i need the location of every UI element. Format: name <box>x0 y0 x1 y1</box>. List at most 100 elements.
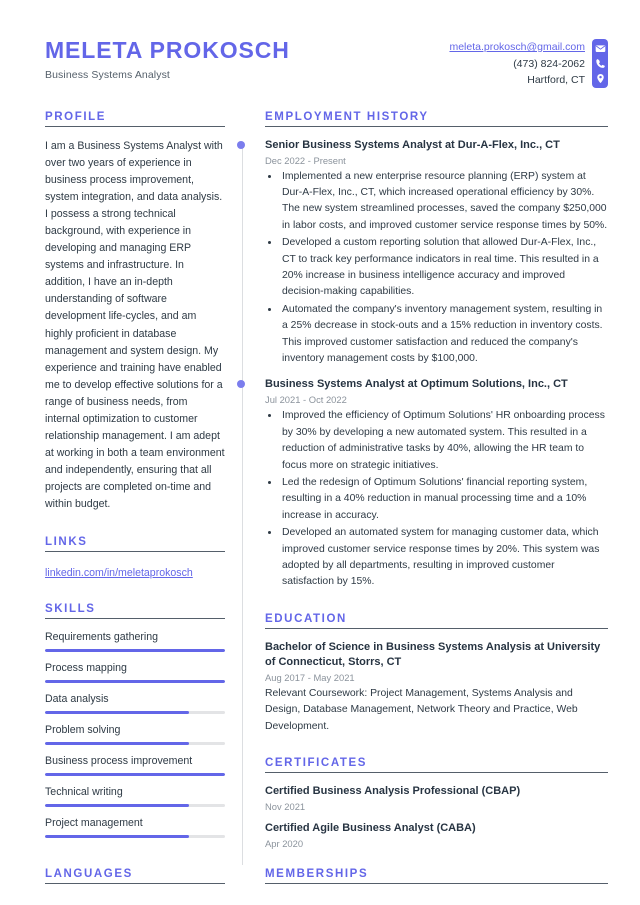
certificate-entry: Certified Business Analysis Professional… <box>265 784 608 812</box>
section-title-links: LINKS <box>45 535 88 548</box>
skill-label: Technical writing <box>45 785 123 798</box>
certificate-date: Apr 2020 <box>265 838 304 850</box>
skill-level-bar <box>45 834 225 838</box>
section-profile: PROFILE I am a Business Systems Analyst … <box>45 111 225 514</box>
section-title-employment: EMPLOYMENT HISTORY <box>265 110 429 123</box>
section-title-memberships: MEMBERSHIPS <box>265 868 369 880</box>
skill-level-bar <box>45 803 225 807</box>
skill-item: Requirements gathering <box>45 630 225 652</box>
skill-level-fill <box>45 679 225 683</box>
phone-icon <box>595 58 606 69</box>
left-column: PROFILE I am a Business Systems Analyst … <box>45 111 241 860</box>
skill-level-bar <box>45 772 225 776</box>
skill-level-fill <box>45 803 189 807</box>
employment-entry: Senior Business Systems Analyst at Dur-A… <box>237 138 608 368</box>
name-block: MELETA PROKOSCH Business Systems Analyst <box>45 34 290 81</box>
section-memberships: MEMBERSHIPS <box>241 868 608 895</box>
skill-level-fill <box>45 648 225 652</box>
skill-label: Business process improvement <box>45 754 193 767</box>
education-entry: Bachelor of Science in Business Systems … <box>265 640 608 735</box>
section-certificates: CERTIFICATES Certified Business Analysis… <box>265 757 608 849</box>
section-divider <box>265 772 608 774</box>
certificate-date: Nov 2021 <box>265 801 306 813</box>
skill-label: Requirements gathering <box>45 630 159 643</box>
certificate-name: Certified Agile Business Analyst (CABA) <box>265 822 476 835</box>
skill-item: Technical writing <box>45 785 225 807</box>
page-title: MELETA PROKOSCH <box>45 37 290 63</box>
job-title: Business Systems Analyst <box>45 69 170 82</box>
section-skills: SKILLS Requirements gathering Process map… <box>45 603 225 838</box>
skill-level-fill <box>45 710 189 714</box>
section-title-profile: PROFILE <box>45 110 107 123</box>
link-linkedin[interactable]: linkedin.com/in/meletaprokosch <box>45 567 193 579</box>
section-title-skills: SKILLS <box>45 602 96 615</box>
employment-title: Business Systems Analyst at Optimum Solu… <box>265 378 568 391</box>
employment-date: Jul 2021 - Oct 2022 <box>265 394 347 406</box>
skill-level-fill <box>45 772 225 776</box>
skill-item: Business process improvement <box>45 754 225 776</box>
timeline-dot-icon <box>237 140 245 149</box>
section-title-certificates: CERTIFICATES <box>265 757 368 770</box>
skill-label: Problem solving <box>45 723 121 736</box>
education-list: Bachelor of Science in Business Systems … <box>265 640 608 735</box>
resume-page: MELETA PROKOSCH Business Systems Analyst… <box>0 0 640 905</box>
contact-phone: (473) 824-2062 <box>513 57 585 70</box>
section-divider <box>45 125 225 127</box>
employment-list: Senior Business Systems Analyst at Dur-A… <box>237 138 608 591</box>
section-title-education: EDUCATION <box>265 612 347 625</box>
section-divider <box>45 617 225 619</box>
employment-entry: Business Systems Analyst at Optimum Solu… <box>237 377 608 590</box>
location-pin-icon <box>595 73 606 84</box>
section-links: LINKS linkedin.com/in/meletaprokosch <box>45 536 225 581</box>
envelope-icon <box>595 43 606 54</box>
skill-level-bar <box>45 648 225 652</box>
section-education: EDUCATION Bachelor of Science in Busines… <box>265 613 608 735</box>
skill-label: Project management <box>45 816 143 829</box>
contact-location: Hartford, CT <box>527 74 585 86</box>
resume-header: MELETA PROKOSCH Business Systems Analyst… <box>0 0 640 89</box>
section-divider <box>45 883 225 884</box>
contact-lines: meleta.prokosch@gmail.com (473) 824-2062… <box>449 39 585 89</box>
contact-block: meleta.prokosch@gmail.com (473) 824-2062… <box>449 34 608 89</box>
certificate-name: Certified Business Analysis Professional… <box>265 785 521 798</box>
list-item: Improved the efficiency of Optimum Solut… <box>280 408 608 474</box>
contact-icon-bar <box>592 39 608 88</box>
skill-level-fill <box>45 834 189 838</box>
employment-title: Senior Business Systems Analyst at Dur-A… <box>265 138 560 151</box>
certificates-list: Certified Business Analysis Professional… <box>265 784 608 849</box>
certificate-entry: Certified Agile Business Analyst (CABA) A… <box>265 821 608 849</box>
skill-item: Problem solving <box>45 723 225 745</box>
section-languages: LANGUAGES <box>45 868 241 895</box>
list-item: Led the redesign of Optimum Solutions' f… <box>280 475 608 524</box>
education-description: Relevant Coursework: Project Management,… <box>265 687 578 732</box>
skill-level-bar <box>45 710 225 714</box>
contact-email[interactable]: meleta.prokosch@gmail.com <box>449 39 585 56</box>
list-item: Automated the company's inventory manage… <box>280 302 608 368</box>
list-item: Implemented a new enterprise resource pl… <box>280 169 608 235</box>
skill-level-bar <box>45 679 225 683</box>
section-title-languages: LANGUAGES <box>45 868 133 880</box>
skill-level-fill <box>45 741 189 745</box>
education-degree: Bachelor of Science in Business Systems … <box>265 640 601 668</box>
bottom-sections: LANGUAGES MEMBERSHIPS <box>0 868 640 895</box>
skill-label: Process mapping <box>45 661 127 674</box>
section-divider <box>265 125 608 127</box>
timeline-line <box>242 144 243 866</box>
skill-label: Data analysis <box>45 692 109 705</box>
section-employment: EMPLOYMENT HISTORY Senior Business Syste… <box>237 110 608 591</box>
skill-item: Process mapping <box>45 661 225 683</box>
employment-bullets: Implemented a new enterprise resource pl… <box>265 169 608 368</box>
education-date: Aug 2017 - May 2021 <box>265 671 355 683</box>
right-column: EMPLOYMENT HISTORY Senior Business Syste… <box>237 110 608 872</box>
employment-bullets: Improved the efficiency of Optimum Solut… <box>265 408 608 590</box>
resume-body: PROFILE I am a Business Systems Analyst … <box>0 111 640 872</box>
section-divider <box>45 550 225 552</box>
skill-item: Project management <box>45 816 225 838</box>
profile-text: I am a Business Systems Analyst with ove… <box>45 139 225 511</box>
list-item: Developed a custom reporting solution th… <box>280 235 608 301</box>
section-divider <box>265 627 608 629</box>
employment-date: Dec 2022 - Present <box>265 154 346 166</box>
list-item: Developed an automated system for managi… <box>280 525 608 591</box>
section-divider <box>265 883 608 884</box>
skill-item: Data analysis <box>45 692 225 714</box>
